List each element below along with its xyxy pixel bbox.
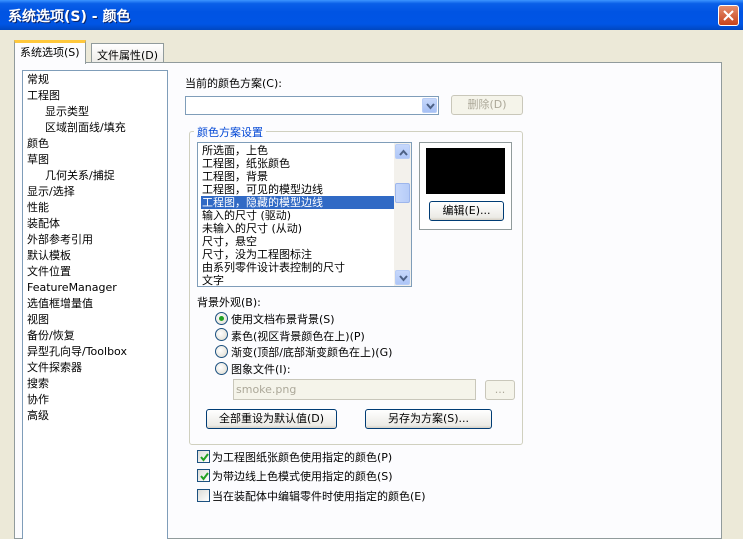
nav-item-area-hatch[interactable]: 区域剖面线/填充: [45, 121, 126, 135]
nav-item-collaboration[interactable]: 协作: [27, 393, 49, 407]
list-item[interactable]: 文字: [201, 274, 394, 286]
nav-item-search[interactable]: 搜索: [27, 377, 49, 391]
tab-document-properties[interactable]: 文件属性(D): [91, 43, 165, 64]
radio-document-scene-background[interactable]: [215, 312, 228, 325]
nav-item-relations-snaps[interactable]: 几何关系/捕捉: [45, 169, 115, 183]
window-title: 系统选项(S) - 颜色: [8, 9, 131, 25]
nav-item-sketch[interactable]: 草图: [27, 153, 49, 167]
save-as-scheme-button[interactable]: 另存为方案(S)...: [365, 409, 492, 429]
list-scrollbar[interactable]: [394, 143, 411, 286]
options-nav-tree: 常规 工程图 显示类型 区域剖面线/填充 颜色 草图 几何关系/捕捉 显示/选择…: [22, 70, 168, 539]
nav-item-advanced[interactable]: 高级: [27, 409, 49, 423]
radio-label[interactable]: 图象文件(I):: [231, 361, 291, 377]
checkmark-icon: [200, 472, 209, 481]
scroll-up-button[interactable]: [395, 144, 410, 159]
checkbox-label[interactable]: 为带边线上色模式使用指定的颜色(S): [212, 468, 393, 484]
checkmark-icon: [200, 453, 209, 462]
nav-item-default-templates[interactable]: 默认模板: [27, 249, 71, 263]
checkbox-drawing-paper-color[interactable]: [197, 450, 210, 463]
list-item-selected[interactable]: 工程图，隐藏的模型边线: [201, 196, 394, 209]
list-item[interactable]: 尺寸，没为工程图标注: [201, 248, 394, 261]
chevron-up-icon: [399, 149, 408, 156]
nav-item-assemblies[interactable]: 装配体: [27, 217, 60, 231]
list-item[interactable]: 所选面，上色: [201, 144, 394, 157]
browse-button[interactable]: ...: [485, 380, 515, 400]
color-scheme-settings-title: 颜色方案设置: [194, 124, 266, 140]
radio-dot: [219, 316, 224, 321]
scroll-down-button[interactable]: [395, 270, 410, 285]
color-preview-swatch: [426, 148, 505, 194]
close-button[interactable]: [718, 5, 739, 26]
radio-label[interactable]: 渐变(顶部/底部渐变颜色在上)(G): [231, 344, 392, 360]
edit-color-button[interactable]: 编辑(E)...: [429, 201, 504, 221]
list-item[interactable]: 由系列零件设计表控制的尺寸: [201, 261, 394, 274]
scroll-thumb[interactable]: [395, 183, 410, 203]
reset-all-button[interactable]: 全部重设为默认值(D): [206, 409, 337, 429]
nav-item-view[interactable]: 视图: [27, 313, 49, 327]
background-appearance-label: 背景外观(B):: [197, 296, 261, 309]
close-icon: [723, 10, 734, 21]
nav-item-backup-recover[interactable]: 备份/恢复: [27, 329, 75, 343]
color-settings-list[interactable]: 所选面，上色 工程图，纸张颜色 工程图，背景 工程图，可见的模型边线 工程图，隐…: [197, 142, 412, 287]
nav-item-file-explorer[interactable]: 文件探索器: [27, 361, 82, 375]
checkbox-label[interactable]: 当在装配体中编辑零件时使用指定的颜色(E): [212, 488, 426, 504]
nav-item-hole-wizard-toolbox[interactable]: 异型孔向导/Toolbox: [27, 345, 127, 359]
list-item[interactable]: 工程图，背景: [201, 170, 394, 183]
dropdown-button[interactable]: [422, 98, 437, 113]
checkbox-edit-part-in-assembly-color[interactable]: [197, 489, 210, 502]
image-file-input[interactable]: smoke.png: [233, 379, 476, 400]
nav-item-featuremanager[interactable]: FeatureManager: [27, 281, 117, 295]
tab-system-options[interactable]: 系统选项(S): [14, 40, 86, 64]
radio-label[interactable]: 素色(视区背景颜色在上)(P): [231, 328, 365, 344]
nav-item-display-style[interactable]: 显示类型: [45, 105, 89, 119]
color-preview-frame: 编辑(E)...: [419, 142, 512, 230]
nav-item-drawings[interactable]: 工程图: [27, 89, 60, 103]
nav-item-external-references[interactable]: 外部参考引用: [27, 233, 93, 247]
radio-image-file[interactable]: [215, 362, 228, 375]
radio-plain[interactable]: [215, 328, 228, 341]
nav-item-general[interactable]: 常规: [27, 73, 49, 87]
nav-item-display-selection[interactable]: 显示/选择: [27, 185, 75, 199]
radio-label[interactable]: 使用文档布景背景(S): [231, 311, 335, 327]
checkbox-shaded-with-edges-color[interactable]: [197, 469, 210, 482]
list-item[interactable]: 工程图，可见的模型边线: [201, 183, 394, 196]
nav-item-performance[interactable]: 性能: [27, 201, 49, 215]
list-item[interactable]: 输入的尺寸 (驱动): [201, 209, 394, 222]
title-bar: 系统选项(S) - 颜色: [0, 0, 743, 30]
list-item[interactable]: 尺寸，悬空: [201, 235, 394, 248]
list-item[interactable]: 工程图，纸张颜色: [201, 157, 394, 170]
delete-scheme-button[interactable]: 删除(D): [451, 95, 523, 115]
checkbox-label[interactable]: 为工程图纸张颜色使用指定的颜色(P): [212, 449, 392, 465]
color-scheme-label: 当前的颜色方案(C):: [185, 77, 282, 90]
nav-item-file-locations[interactable]: 文件位置: [27, 265, 71, 279]
color-scheme-select[interactable]: [185, 96, 439, 115]
nav-item-colors[interactable]: 颜色: [27, 137, 49, 151]
radio-gradient[interactable]: [215, 345, 228, 358]
chevron-down-icon: [426, 103, 435, 110]
chevron-down-icon: [399, 275, 408, 282]
list-item[interactable]: 未输入的尺寸 (从动): [201, 222, 394, 235]
nav-item-spin-box-increments[interactable]: 选值框增量值: [27, 297, 93, 311]
